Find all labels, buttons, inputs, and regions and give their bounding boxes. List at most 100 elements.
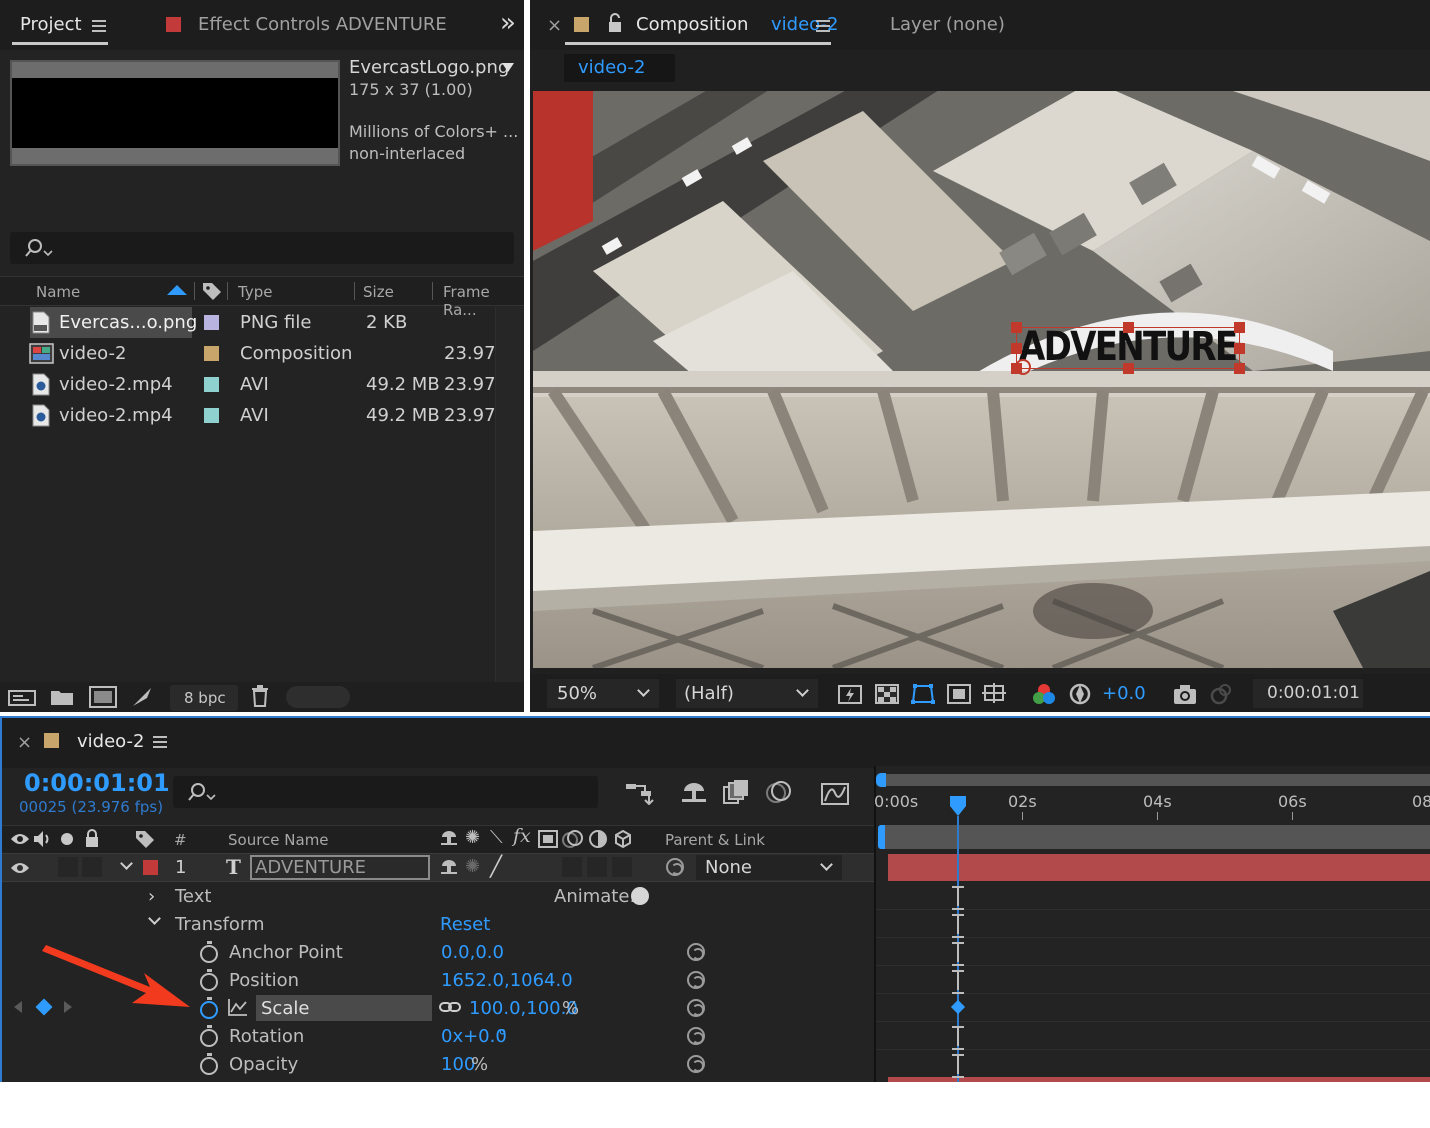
tab-effect-controls[interactable]: Effect Controls ADVENTURE [198,14,447,35]
layer-collapse-switch-icon[interactable]: ✺ [465,856,480,877]
item-label-swatch[interactable] [204,346,219,361]
motion-blur-icon[interactable] [765,779,793,805]
col-type[interactable]: Type [238,283,272,301]
label-tag-icon[interactable] [201,281,223,301]
animate-label[interactable]: Animate: [554,886,635,907]
overflow-chevron-icon[interactable]: » [500,8,516,38]
layer-label-swatch[interactable] [143,860,158,875]
zoom-dropdown[interactable]: 50% [547,679,659,708]
work-area-bar[interactable] [880,774,1430,786]
property-value[interactable]: 0x+0.0 [441,1026,507,1047]
viewer-timecode[interactable]: 0:00:01:01 [1253,679,1363,708]
show-snapshot-icon[interactable] [1209,683,1233,705]
stopwatch-icon[interactable] [200,969,218,991]
timeline-tab-name[interactable]: video-2 [77,731,144,752]
layer-switch-box[interactable] [562,857,582,877]
fast-previews-icon[interactable] [838,683,862,705]
quality-icon[interactable]: ⟍ [490,827,503,848]
transform-handle[interactable] [1234,363,1245,374]
work-area-start-handle[interactable] [876,773,886,787]
prev-keyframe-icon[interactable] [14,1001,22,1013]
layer-lock-box[interactable] [82,857,102,877]
project-settings-icon[interactable] [131,686,155,708]
transparency-grid-icon[interactable] [875,683,899,705]
anchor-point-icon[interactable] [1015,359,1031,375]
transform-handle[interactable] [1234,343,1245,354]
new-folder-icon[interactable] [50,687,74,707]
composition-viewer[interactable]: ADVENTURE [533,91,1430,668]
transform-handle[interactable] [1123,322,1134,333]
resolution-dropdown[interactable]: (Half) [676,679,818,708]
layer-shy-switch-icon[interactable] [440,858,458,876]
exposure-reset-icon[interactable] [1068,683,1092,705]
preview-dropdown-icon[interactable] [502,63,514,72]
timeline-menu-icon[interactable] [153,736,167,748]
interpret-footage-icon[interactable] [8,687,36,707]
stopwatch-icon[interactable] [200,1053,218,1075]
new-composition-icon[interactable] [89,686,117,708]
effects-fx-icon[interactable]: fx [513,825,531,847]
expression-pickwhip-icon[interactable] [687,943,705,961]
3d-layer-icon[interactable] [613,829,633,849]
shy-layers-icon[interactable] [680,781,708,805]
transform-reset-link[interactable]: Reset [440,914,490,935]
lock-icon[interactable] [84,828,100,848]
keyframe-marker[interactable] [952,970,964,994]
stopwatch-icon[interactable] [200,1025,218,1047]
property-row[interactable]: Rotation 0x+0.0 ° [2,1023,876,1051]
expression-pickwhip-icon[interactable] [687,999,705,1017]
item-label-swatch[interactable] [204,315,219,330]
keyframe-marker[interactable] [952,914,964,938]
grid-guide-icon[interactable] [982,683,1006,705]
project-menu-icon[interactable] [92,20,106,32]
timeline-search-input[interactable] [173,776,598,808]
timeline-close-icon[interactable]: × [17,732,32,753]
item-label-swatch[interactable] [204,377,219,392]
expression-pickwhip-icon[interactable] [687,971,705,989]
sort-ascending-icon[interactable] [167,285,187,295]
composition-flowchart-icon[interactable] [625,781,655,805]
graph-editor-icon[interactable] [821,779,849,805]
item-label-swatch[interactable] [204,408,219,423]
thumbnail-size-slider[interactable] [286,686,350,708]
solo-icon[interactable] [61,833,73,845]
parent-dropdown[interactable]: None [696,855,842,880]
frame-blending-icon[interactable] [723,779,749,805]
audio-icon[interactable] [33,830,53,848]
stopwatch-icon[interactable] [200,941,218,963]
adjustment-layer-icon[interactable] [588,829,608,849]
text-group-row[interactable]: › Text Animate: [2,883,876,911]
project-item[interactable]: video-2.mp4 AVI 49.2 MB 23.976 [0,400,520,431]
tab-project[interactable]: Project [20,14,82,35]
parent-link-column[interactable]: Parent & Link [665,831,765,849]
col-size[interactable]: Size [363,283,394,301]
constrain-proportions-link-icon[interactable] [439,1001,461,1013]
stopwatch-active-icon[interactable] [200,997,218,1019]
property-value[interactable]: 1652.0,1064.0 [441,970,573,991]
layer-visibility-eye-icon[interactable] [10,860,30,876]
graph-icon[interactable] [228,998,248,1016]
mask-visibility-icon[interactable] [911,683,935,705]
keyframe-marker[interactable] [952,942,964,966]
layer-duration-bar[interactable] [888,854,1430,881]
layer-name-field[interactable]: ADVENTURE [250,855,430,880]
trash-icon[interactable] [250,685,270,707]
frame-blend-switch-icon[interactable] [538,830,558,848]
bpc-button[interactable]: 8 bpc [170,685,238,711]
col-name[interactable]: Name [36,283,80,301]
label-tag-icon[interactable] [134,829,156,849]
project-scrollbar[interactable] [495,307,523,682]
expression-pickwhip-icon[interactable] [687,1055,705,1073]
expression-pickwhip-icon[interactable] [687,1027,705,1045]
transform-handle[interactable] [1011,322,1022,333]
lock-icon[interactable] [607,13,623,33]
keyframe-marker[interactable] [952,1054,964,1078]
exposure-value[interactable]: +0.0 [1102,683,1146,704]
layer-switch-box[interactable] [612,857,632,877]
property-row[interactable]: Opacity 100 % [2,1051,876,1079]
transform-handle[interactable] [1234,322,1245,333]
snapshot-camera-icon[interactable] [1173,683,1197,705]
property-value[interactable]: 0.0,0.0 [441,942,504,963]
project-item[interactable]: Evercas...o.png PNG file 2 KB [0,307,520,338]
tab-layer[interactable]: Layer (none) [890,14,1005,35]
